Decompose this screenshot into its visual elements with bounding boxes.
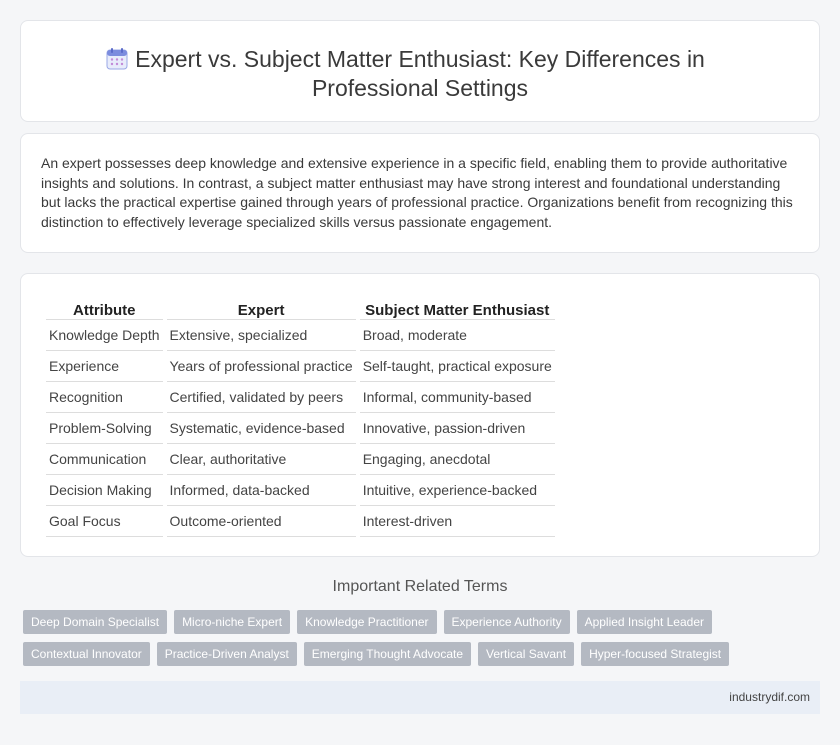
tag-row: Deep Domain Specialist Micro-niche Exper…: [23, 610, 803, 634]
table-cell: Recognition: [46, 382, 163, 413]
comparison-table: Attribute Expert Subject Matter Enthusia…: [42, 296, 559, 537]
related-term-tag[interactable]: Applied Insight Leader: [576, 610, 712, 634]
header-card: Expert vs. Subject Matter Enthusiast: Ke…: [20, 20, 820, 122]
table-cell: Self-taught, practical exposure: [359, 351, 555, 382]
column-header: Subject Matter Enthusiast: [359, 296, 555, 320]
footer-site-link[interactable]: industrydif.com: [729, 690, 810, 704]
table-cell: Certified, validated by peers: [166, 382, 356, 413]
related-term-tag[interactable]: Knowledge Practitioner: [297, 610, 437, 634]
table-cell: Communication: [46, 444, 163, 475]
intro-paragraph: An expert possesses deep knowledge and e…: [41, 155, 793, 230]
table-row: Recognition Certified, validated by peer…: [46, 382, 555, 413]
table-row: Problem-Solving Systematic, evidence-bas…: [46, 413, 555, 444]
column-header: Attribute: [46, 296, 163, 320]
footer: industrydif.com: [20, 681, 820, 714]
page-title: Expert vs. Subject Matter Enthusiast: Ke…: [135, 46, 705, 101]
table-cell: Extensive, specialized: [166, 320, 356, 351]
table-row: Communication Clear, authoritative Engag…: [46, 444, 555, 475]
comparison-table-card: Attribute Expert Subject Matter Enthusia…: [20, 273, 820, 557]
table-cell: Outcome-oriented: [166, 506, 356, 537]
table-cell: Problem-Solving: [46, 413, 163, 444]
table-cell: Informed, data-backed: [166, 475, 356, 506]
table-cell: Engaging, anecdotal: [359, 444, 555, 475]
table-cell: Knowledge Depth: [46, 320, 163, 351]
related-terms-title: Important Related Terms: [332, 578, 508, 595]
table-row: Knowledge Depth Extensive, specialized B…: [46, 320, 555, 351]
table-row: Experience Years of professional practic…: [46, 351, 555, 382]
related-term-tag[interactable]: Experience Authority: [443, 610, 570, 634]
table-cell: Intuitive, experience-backed: [359, 475, 555, 506]
table-header-row: Attribute Expert Subject Matter Enthusia…: [46, 296, 555, 320]
related-term-tag[interactable]: Emerging Thought Advocate: [303, 642, 472, 666]
table-cell: Decision Making: [46, 475, 163, 506]
table-cell: Broad, moderate: [359, 320, 555, 351]
table-cell: Informal, community-based: [359, 382, 555, 413]
table-cell: Goal Focus: [46, 506, 163, 537]
table-cell: Clear, authoritative: [166, 444, 356, 475]
table-row: Goal Focus Outcome-oriented Interest-dri…: [46, 506, 555, 537]
table-cell: Systematic, evidence-based: [166, 413, 356, 444]
table-row: Decision Making Informed, data-backed In…: [46, 475, 555, 506]
table-cell: Years of professional practice: [166, 351, 356, 382]
related-term-tag[interactable]: Practice-Driven Analyst: [156, 642, 297, 666]
related-term-tag[interactable]: Vertical Savant: [478, 642, 575, 666]
related-term-tag[interactable]: Contextual Innovator: [23, 642, 150, 666]
related-term-tag[interactable]: Micro-niche Expert: [174, 610, 291, 634]
tag-row: Contextual Innovator Practice-Driven Ana…: [23, 642, 803, 666]
table-cell: Interest-driven: [359, 506, 555, 537]
table-cell: Experience: [46, 351, 163, 382]
related-term-tag[interactable]: Deep Domain Specialist: [23, 610, 168, 634]
intro-card: An expert possesses deep knowledge and e…: [20, 133, 820, 253]
column-header: Expert: [166, 296, 356, 320]
related-terms: Deep Domain Specialist Micro-niche Exper…: [23, 610, 803, 674]
related-term-tag[interactable]: Hyper-focused Strategist: [581, 642, 730, 666]
table-cell: Innovative, passion-driven: [359, 413, 555, 444]
